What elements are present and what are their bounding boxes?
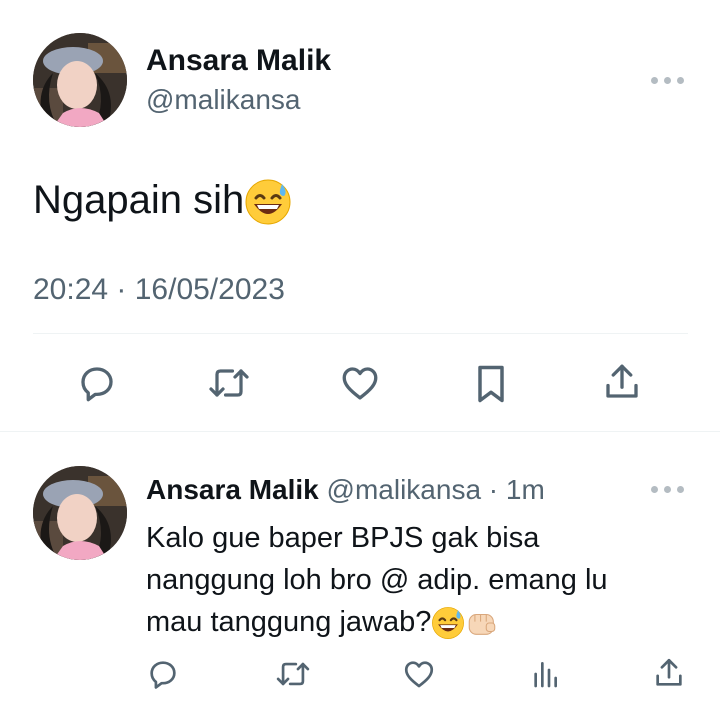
reply-icon[interactable] [76,362,118,404]
grinning-sweat-emoji [245,179,291,225]
timestamp[interactable]: 20:24 · 16/05/2023 [33,273,285,307]
section-divider [0,431,720,432]
avatar-photo [33,466,127,560]
author-name[interactable]: Ansara Malik [146,474,319,505]
tweet-text: Ngapain sih [33,178,292,226]
reply-icon[interactable] [146,657,180,691]
fist-bump-emoji [469,614,496,636]
more-icon[interactable] [651,486,684,493]
heart-icon[interactable] [401,657,437,691]
views-icon[interactable] [529,657,561,691]
author-name[interactable]: Ansara Malik [146,44,331,78]
reply-header: Ansara Malik @malikansa · 1m [146,474,545,506]
retweet-icon[interactable] [273,657,313,691]
bookmark-icon[interactable] [472,362,510,406]
reply-text: Kalo gue baper BPJS gak bisa nanggung lo… [146,517,608,643]
avatar[interactable] [33,466,127,560]
relative-time[interactable]: · 1m [489,474,545,505]
reply-text-line: mau tanggung jawab? [146,601,608,643]
reply-text-line: Kalo gue baper BPJS gak bisa [146,522,540,554]
reply-text-line: nanggung loh bro @ adip. emang lu [146,564,608,596]
heart-icon[interactable] [338,362,382,404]
author-handle[interactable]: @malikansa [146,84,300,116]
retweet-icon[interactable] [205,362,253,404]
author-handle[interactable]: @malikansa [327,474,481,505]
divider [33,333,688,334]
avatar-photo [33,33,127,127]
avatar[interactable] [33,33,127,127]
grinning-sweat-emoji [432,607,465,640]
share-icon[interactable] [652,655,686,691]
share-icon[interactable] [601,360,643,404]
more-icon[interactable] [651,77,684,84]
